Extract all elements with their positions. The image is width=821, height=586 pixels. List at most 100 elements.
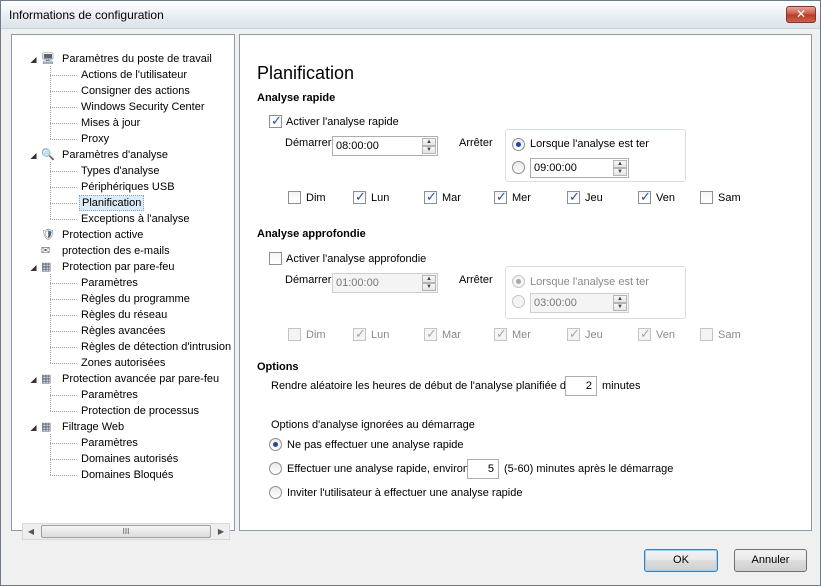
tree-item[interactable]: Règles de détection d'intrusion	[79, 339, 233, 355]
spin-down-icon[interactable]: ▼	[613, 168, 627, 176]
deep-scan-stop-time[interactable]: 03:00:00 ▲ ▼	[530, 293, 629, 313]
tree-item[interactable]: Règles du programme	[79, 291, 192, 307]
tree-item[interactable]: Paramètres d'analyse	[60, 147, 170, 163]
tree-horizontal-scrollbar[interactable]: ◀ III ▶	[22, 523, 230, 540]
quick-scan-start-time[interactable]: 08:00:00 ▲ ▼	[332, 136, 438, 156]
tree-expand-icon[interactable]: ◢	[29, 151, 38, 160]
quick-scan-stop-at-time-radio[interactable]	[512, 161, 525, 174]
quick-scan-stop-time[interactable]: 09:00:00 ▲ ▼	[530, 158, 629, 178]
close-button[interactable]: ✕	[786, 6, 816, 23]
randomize-label: Rendre aléatoire les heures de début de …	[271, 380, 573, 392]
day-checkbox[interactable]	[288, 328, 301, 341]
day-checkbox[interactable]	[353, 189, 366, 205]
tree-item[interactable]: Protection active	[60, 227, 145, 243]
tree-expand-icon[interactable]: ◢	[29, 423, 38, 432]
tree-expand-icon[interactable]: ◢	[29, 55, 38, 64]
day-checkbox[interactable]	[424, 189, 437, 205]
spin-up-icon[interactable]: ▲	[422, 138, 436, 146]
scroll-thumb[interactable]: III	[41, 525, 211, 538]
tree-connector	[50, 187, 77, 188]
tree-connector	[50, 219, 77, 220]
tree-item[interactable]: Types d'analyse	[79, 163, 162, 179]
tree-item[interactable]: Windows Security Center	[79, 99, 207, 115]
tree-item[interactable]: Paramètres du poste de travail	[60, 51, 214, 67]
scroll-left-icon[interactable]: ◀	[23, 524, 39, 539]
deep-scan-start-time[interactable]: 01:00:00 ▲ ▼	[332, 273, 438, 293]
tree-item[interactable]: Filtrage Web	[60, 419, 126, 435]
quick-scan-stop-when-done-radio[interactable]	[512, 138, 525, 151]
tree-item-label: Consigner des actions	[81, 85, 190, 97]
deep-scan-stop-at-time-radio[interactable]	[512, 295, 525, 308]
tree-item[interactable]: Exceptions à l'analyse	[79, 211, 192, 227]
content-panel: Planification Analyse rapide Activer l'a…	[239, 34, 812, 531]
tree-item[interactable]: Règles du réseau	[79, 307, 169, 323]
day-checkbox[interactable]	[494, 326, 507, 342]
day-checkbox[interactable]	[700, 191, 713, 204]
tree-item[interactable]: Planification	[79, 195, 145, 211]
day-checkbox[interactable]	[353, 326, 366, 342]
tree-item[interactable]: Protection par pare-feu	[60, 259, 177, 275]
startup-no-scan-radio[interactable]	[269, 438, 282, 451]
tree-item[interactable]: Actions de l'utilisateur	[79, 67, 189, 83]
tree-item[interactable]: Zones autorisées	[79, 355, 167, 371]
startup-scan-after-input[interactable]: 5	[467, 459, 499, 479]
spin-up-icon[interactable]: ▲	[613, 160, 627, 168]
day-checkbox[interactable]	[700, 328, 713, 341]
scan-settings-icon: 🔍	[41, 149, 55, 161]
tree-item-label: Périphériques USB	[81, 181, 175, 193]
tree-item[interactable]: Paramètres	[79, 387, 140, 403]
day-checkbox[interactable]	[424, 326, 437, 342]
tree-connector	[50, 475, 77, 476]
randomize-minutes-input[interactable]: 2	[565, 376, 597, 396]
tree-item[interactable]: Domaines Bloqués	[79, 467, 175, 483]
cancel-button[interactable]: Annuler	[734, 549, 807, 572]
day-checkbox[interactable]	[638, 189, 651, 205]
day-checkbox[interactable]	[567, 326, 580, 342]
tree-item[interactable]: Protection avancée par pare-feu	[60, 371, 221, 387]
deep-scan-stop-when-done-label: Lorsque l'analyse est ter	[530, 276, 649, 288]
day-label: Jeu	[585, 192, 603, 204]
tree-item[interactable]: Paramètres	[79, 435, 140, 451]
spin-down-icon[interactable]: ▼	[613, 303, 627, 311]
tree-item-label: Actions de l'utilisateur	[81, 69, 188, 81]
day-checkbox[interactable]	[638, 326, 651, 342]
tree-connector	[50, 331, 77, 332]
startup-ask-user-radio[interactable]	[269, 486, 282, 499]
tree-item-label: Mises à jour	[81, 117, 141, 129]
startup-scan-after-radio[interactable]	[269, 462, 282, 475]
quick-scan-stop-label: Arrêter	[459, 137, 493, 149]
tree-item[interactable]: Règles avancées	[79, 323, 167, 339]
spin-up-icon[interactable]: ▲	[422, 275, 436, 283]
tree-item[interactable]: Mises à jour	[79, 115, 142, 131]
quick-scan-enable-checkbox[interactable]	[269, 113, 282, 129]
title-bar[interactable]: Informations de configuration ✕	[1, 1, 820, 29]
tree-item[interactable]: Paramètres	[79, 275, 140, 291]
deep-scan-stop-when-done-radio[interactable]	[512, 275, 525, 288]
day-label: Mar	[442, 329, 461, 341]
day-checkbox[interactable]	[288, 191, 301, 204]
tree-item[interactable]: Consigner des actions	[79, 83, 192, 99]
deep-scan-enable-checkbox[interactable]	[269, 252, 282, 265]
day-checkbox[interactable]	[567, 189, 580, 205]
deep-scan-start-label: Démarrer	[285, 274, 332, 286]
day-checkbox[interactable]	[494, 189, 507, 205]
ok-button[interactable]: OK	[644, 549, 718, 572]
spin-up-icon[interactable]: ▲	[613, 295, 627, 303]
tree-item[interactable]: protection des e-mails	[60, 243, 172, 259]
tree-item-label: Paramètres du poste de travail	[62, 53, 212, 65]
tree-connector	[50, 123, 77, 124]
tree-item[interactable]: Domaines autorisés	[79, 451, 180, 467]
tree-item[interactable]: Protection de processus	[79, 403, 201, 419]
tree-expand-icon[interactable]: ◢	[29, 263, 38, 272]
scroll-right-icon[interactable]: ▶	[213, 524, 229, 539]
tree-connector	[50, 459, 77, 460]
tree-expand-icon[interactable]: ◢	[29, 375, 38, 384]
tree-item[interactable]: Proxy	[79, 131, 111, 147]
config-window: Informations de configuration ✕ ◢ 🖥 Paramè…	[0, 0, 821, 586]
spin-down-icon[interactable]: ▼	[422, 283, 436, 291]
day-label: Mer	[512, 192, 531, 204]
tree-item-label: Windows Security Center	[81, 101, 205, 113]
tree-item-label: Règles avancées	[81, 325, 166, 337]
spin-down-icon[interactable]: ▼	[422, 146, 436, 154]
tree-item[interactable]: Périphériques USB	[79, 179, 177, 195]
